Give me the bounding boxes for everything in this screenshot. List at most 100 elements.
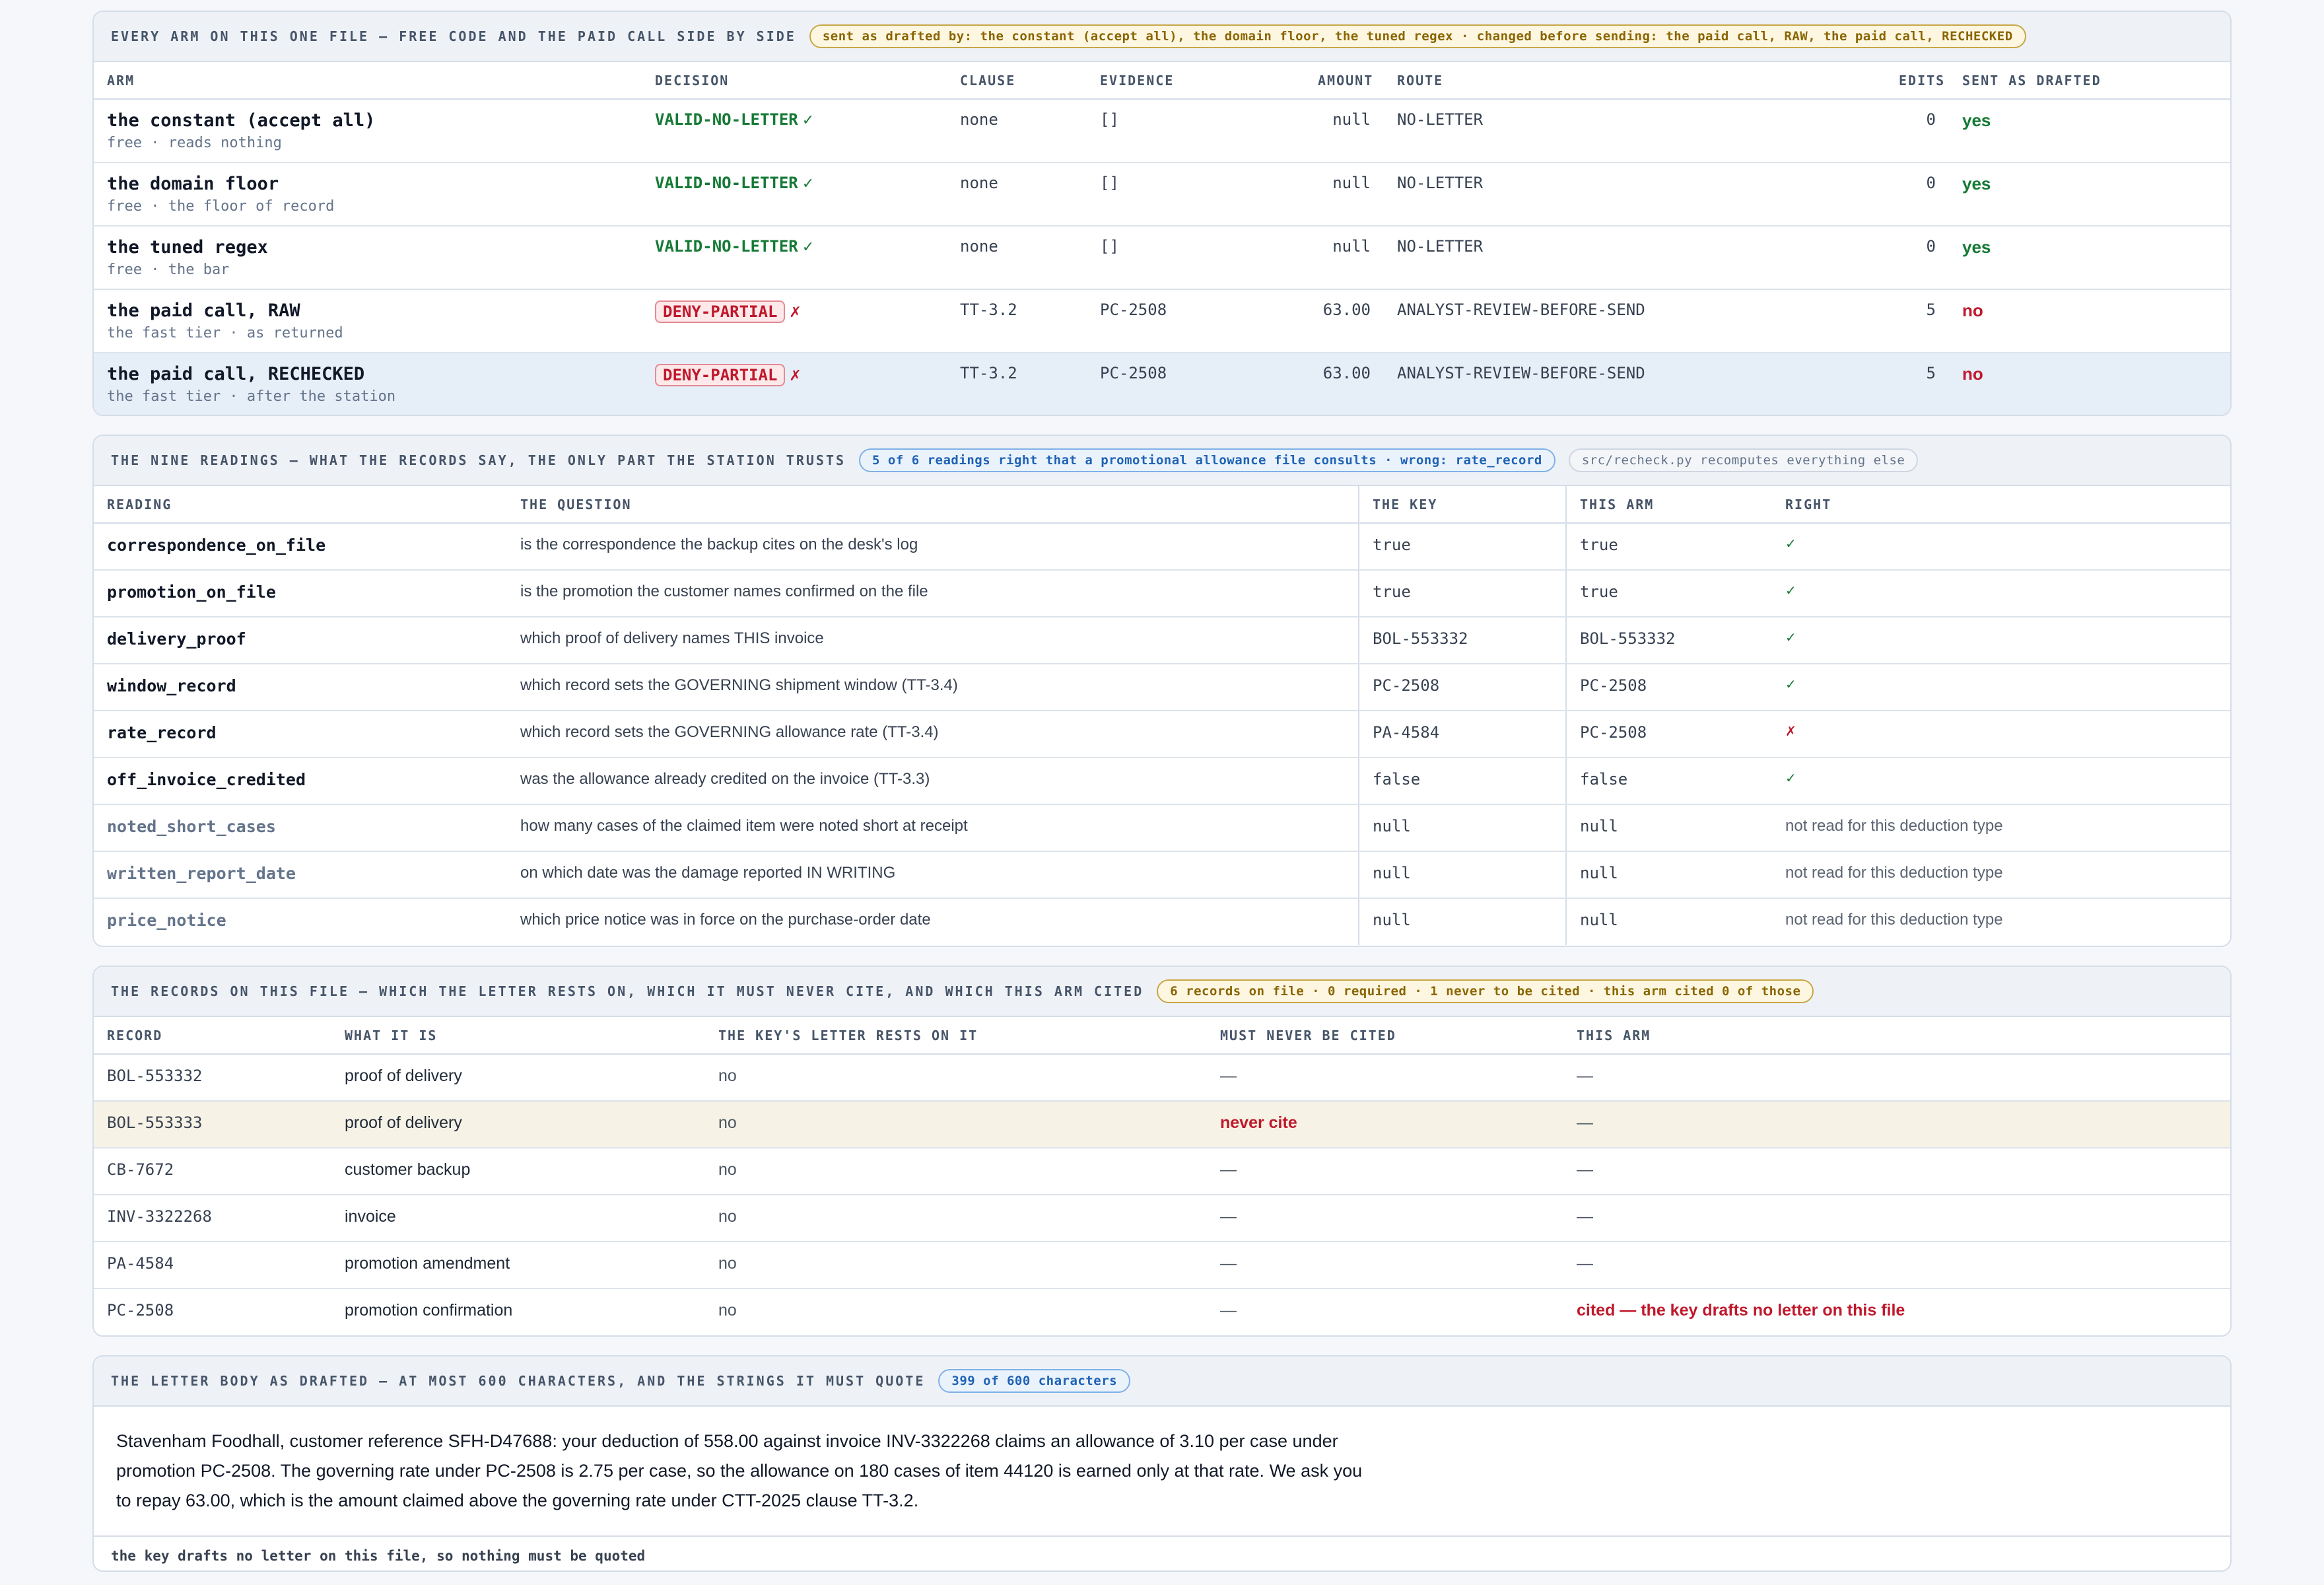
record-id: PC-2508 bbox=[107, 1301, 174, 1320]
arm-row-tuned-regex[interactable]: the tuned regex free · the bar VALID-NO-L… bbox=[94, 226, 2230, 290]
reading-row[interactable]: rate_record which record sets the GOVERN… bbox=[94, 711, 2230, 758]
record-row[interactable]: BOL-553333 proof of delivery no never ci… bbox=[94, 1101, 2230, 1148]
amount-cell: null bbox=[1305, 226, 1384, 290]
sent-cell: no bbox=[1962, 300, 1983, 320]
evidence-cell: [] bbox=[1087, 162, 1305, 227]
col-what: WHAT IT IS bbox=[331, 1017, 705, 1055]
clause-cell: none bbox=[947, 226, 1087, 290]
record-arm: — bbox=[1563, 1195, 2230, 1242]
record-row[interactable]: BOL-553332 proof of delivery no — — bbox=[94, 1054, 2230, 1102]
record-arm: — bbox=[1563, 1054, 2230, 1102]
arm-row-paid-rechecked[interactable]: the paid call, RECHECKED the fast tier · … bbox=[94, 353, 2230, 415]
record-row[interactable]: INV-3322268 invoice no — — bbox=[94, 1195, 2230, 1242]
amount-cell: null bbox=[1305, 99, 1384, 163]
reading-question: which record sets the GOVERNING shipment… bbox=[507, 664, 1359, 711]
arms-panel-title: EVERY ARM ON THIS ONE FILE — FREE CODE A… bbox=[111, 28, 796, 44]
reading-arm: false bbox=[1565, 757, 1772, 805]
records-panel-title: THE RECORDS ON THIS FILE — WHICH THE LET… bbox=[111, 983, 1144, 999]
col-decision: DECISION bbox=[642, 62, 947, 100]
record-id: CB-7672 bbox=[94, 1148, 331, 1195]
reading-name: price_notice bbox=[107, 911, 226, 930]
reading-key: null bbox=[1358, 898, 1566, 945]
decision-label: VALID-NO-LETTER bbox=[655, 174, 798, 192]
not-read-note: not read for this deduction type bbox=[1772, 851, 2230, 899]
check-icon: ✓ bbox=[1772, 617, 2230, 664]
cross-icon: ✗ bbox=[789, 304, 802, 320]
reading-arm: PC-2508 bbox=[1565, 711, 1772, 758]
record-rests: no bbox=[705, 1101, 1207, 1148]
reading-name: delivery_proof bbox=[94, 617, 507, 664]
record-rests: no bbox=[705, 1242, 1207, 1289]
evidence-cell: [] bbox=[1087, 226, 1305, 290]
decision-badge: DENY-PARTIAL bbox=[655, 300, 786, 323]
record-arm: — bbox=[1563, 1101, 2230, 1148]
reading-row[interactable]: noted_short_cases how many cases of the … bbox=[94, 804, 2230, 852]
record-type: customer backup bbox=[331, 1148, 705, 1195]
reading-row[interactable]: written_report_date on which date was th… bbox=[94, 851, 2230, 899]
reading-key: PC-2508 bbox=[1358, 664, 1566, 711]
record-never: — bbox=[1207, 1242, 1563, 1289]
arm-subtitle: the fast tier · as returned bbox=[107, 325, 343, 341]
reading-name: rate_record bbox=[94, 711, 507, 758]
reading-row[interactable]: delivery_proof which proof of delivery n… bbox=[94, 617, 2230, 664]
route-cell: NO-LETTER bbox=[1384, 99, 1886, 163]
reading-row[interactable]: correspondence_on_file is the correspond… bbox=[94, 523, 2230, 571]
records-header-row: RECORD WHAT IT IS THE KEY'S LETTER RESTS… bbox=[94, 1017, 2230, 1055]
arm-row-paid-raw[interactable]: the paid call, RAW the fast tier · as ret… bbox=[94, 289, 2230, 353]
reading-row[interactable]: price_notice which price notice was in f… bbox=[94, 898, 2230, 945]
col-rests-on: THE KEY'S LETTER RESTS ON IT bbox=[705, 1017, 1207, 1055]
evidence-cell: PC-2508 bbox=[1087, 289, 1305, 353]
record-never: — bbox=[1207, 1148, 1563, 1195]
arm-name: the paid call, RAW bbox=[107, 300, 300, 321]
col-this-arm: THIS ARM bbox=[1565, 486, 1772, 524]
record-never: — bbox=[1207, 1195, 1563, 1242]
reading-name: correspondence_on_file bbox=[94, 523, 507, 571]
route-cell: NO-LETTER bbox=[1384, 226, 1886, 290]
record-id: PA-4584 bbox=[94, 1242, 331, 1289]
route-cell: ANALYST-REVIEW-BEFORE-SEND bbox=[1384, 289, 1886, 353]
arms-panel-header: EVERY ARM ON THIS ONE FILE — FREE CODE A… bbox=[94, 12, 2230, 62]
reading-row[interactable]: window_record which record sets the GOVE… bbox=[94, 664, 2230, 711]
arm-name: the constant (accept all) bbox=[107, 110, 376, 131]
col-edits: EDITS bbox=[1886, 62, 1949, 100]
arm-subtitle: free · reads nothing bbox=[107, 135, 282, 151]
arm-row-constant[interactable]: the constant (accept all) free · reads no… bbox=[94, 99, 2230, 163]
decision-label: VALID-NO-LETTER bbox=[655, 110, 798, 129]
arm-name: the domain floor bbox=[107, 174, 279, 194]
reading-name: written_report_date bbox=[94, 851, 507, 899]
reading-key: null bbox=[1358, 851, 1566, 899]
record-type: proof of delivery bbox=[331, 1101, 705, 1148]
not-read-note: not read for this deduction type bbox=[1772, 804, 2230, 852]
arms-summary-badge: sent as drafted by: the constant (accept… bbox=[809, 24, 2026, 48]
col-right: RIGHT bbox=[1772, 486, 2230, 524]
arm-row-domain-floor[interactable]: the domain floor free · the floor of reco… bbox=[94, 162, 2230, 227]
record-rests: no bbox=[705, 1195, 1207, 1242]
amount-cell: 63.00 bbox=[1305, 289, 1384, 353]
record-row[interactable]: CB-7672 customer backup no — — bbox=[94, 1148, 2230, 1195]
edits-cell: 0 bbox=[1886, 99, 1949, 163]
record-row[interactable]: PC-2508 promotion confirmation no — cite… bbox=[94, 1288, 2230, 1335]
record-row[interactable]: PA-4584 promotion amendment no — — bbox=[94, 1242, 2230, 1289]
reading-row[interactable]: promotion_on_file is the promotion the c… bbox=[94, 570, 2230, 617]
letter-panel-title: THE LETTER BODY AS DRAFTED — AT MOST 600… bbox=[111, 1373, 926, 1389]
col-evidence: EVIDENCE bbox=[1087, 62, 1305, 100]
check-icon: ✓ bbox=[802, 112, 815, 128]
records-panel-header: THE RECORDS ON THIS FILE — WHICH THE LET… bbox=[94, 967, 2230, 1017]
record-never: never cite bbox=[1207, 1101, 1563, 1148]
col-never-cite: MUST NEVER BE CITED bbox=[1207, 1017, 1563, 1055]
reading-key: true bbox=[1358, 570, 1566, 617]
reading-row[interactable]: off_invoice_credited was the allowance a… bbox=[94, 757, 2230, 805]
check-icon: ✓ bbox=[1772, 570, 2230, 617]
col-question: THE QUESTION bbox=[507, 486, 1359, 524]
record-type: promotion confirmation bbox=[345, 1301, 513, 1320]
records-table: RECORD WHAT IT IS THE KEY'S LETTER RESTS… bbox=[94, 1017, 2230, 1335]
record-id: BOL-553332 bbox=[94, 1054, 331, 1102]
character-count-badge: 399 of 600 characters bbox=[938, 1369, 1131, 1393]
reading-question: which record sets the GOVERNING allowanc… bbox=[507, 711, 1359, 758]
record-type: promotion amendment bbox=[331, 1242, 705, 1289]
reading-arm: true bbox=[1565, 523, 1772, 571]
reading-name: noted_short_cases bbox=[94, 804, 507, 852]
route-cell: NO-LETTER bbox=[1384, 162, 1886, 227]
arm-subtitle: free · the floor of record bbox=[107, 198, 335, 215]
readings-panel-header: THE NINE READINGS — WHAT THE RECORDS SAY… bbox=[94, 436, 2230, 486]
